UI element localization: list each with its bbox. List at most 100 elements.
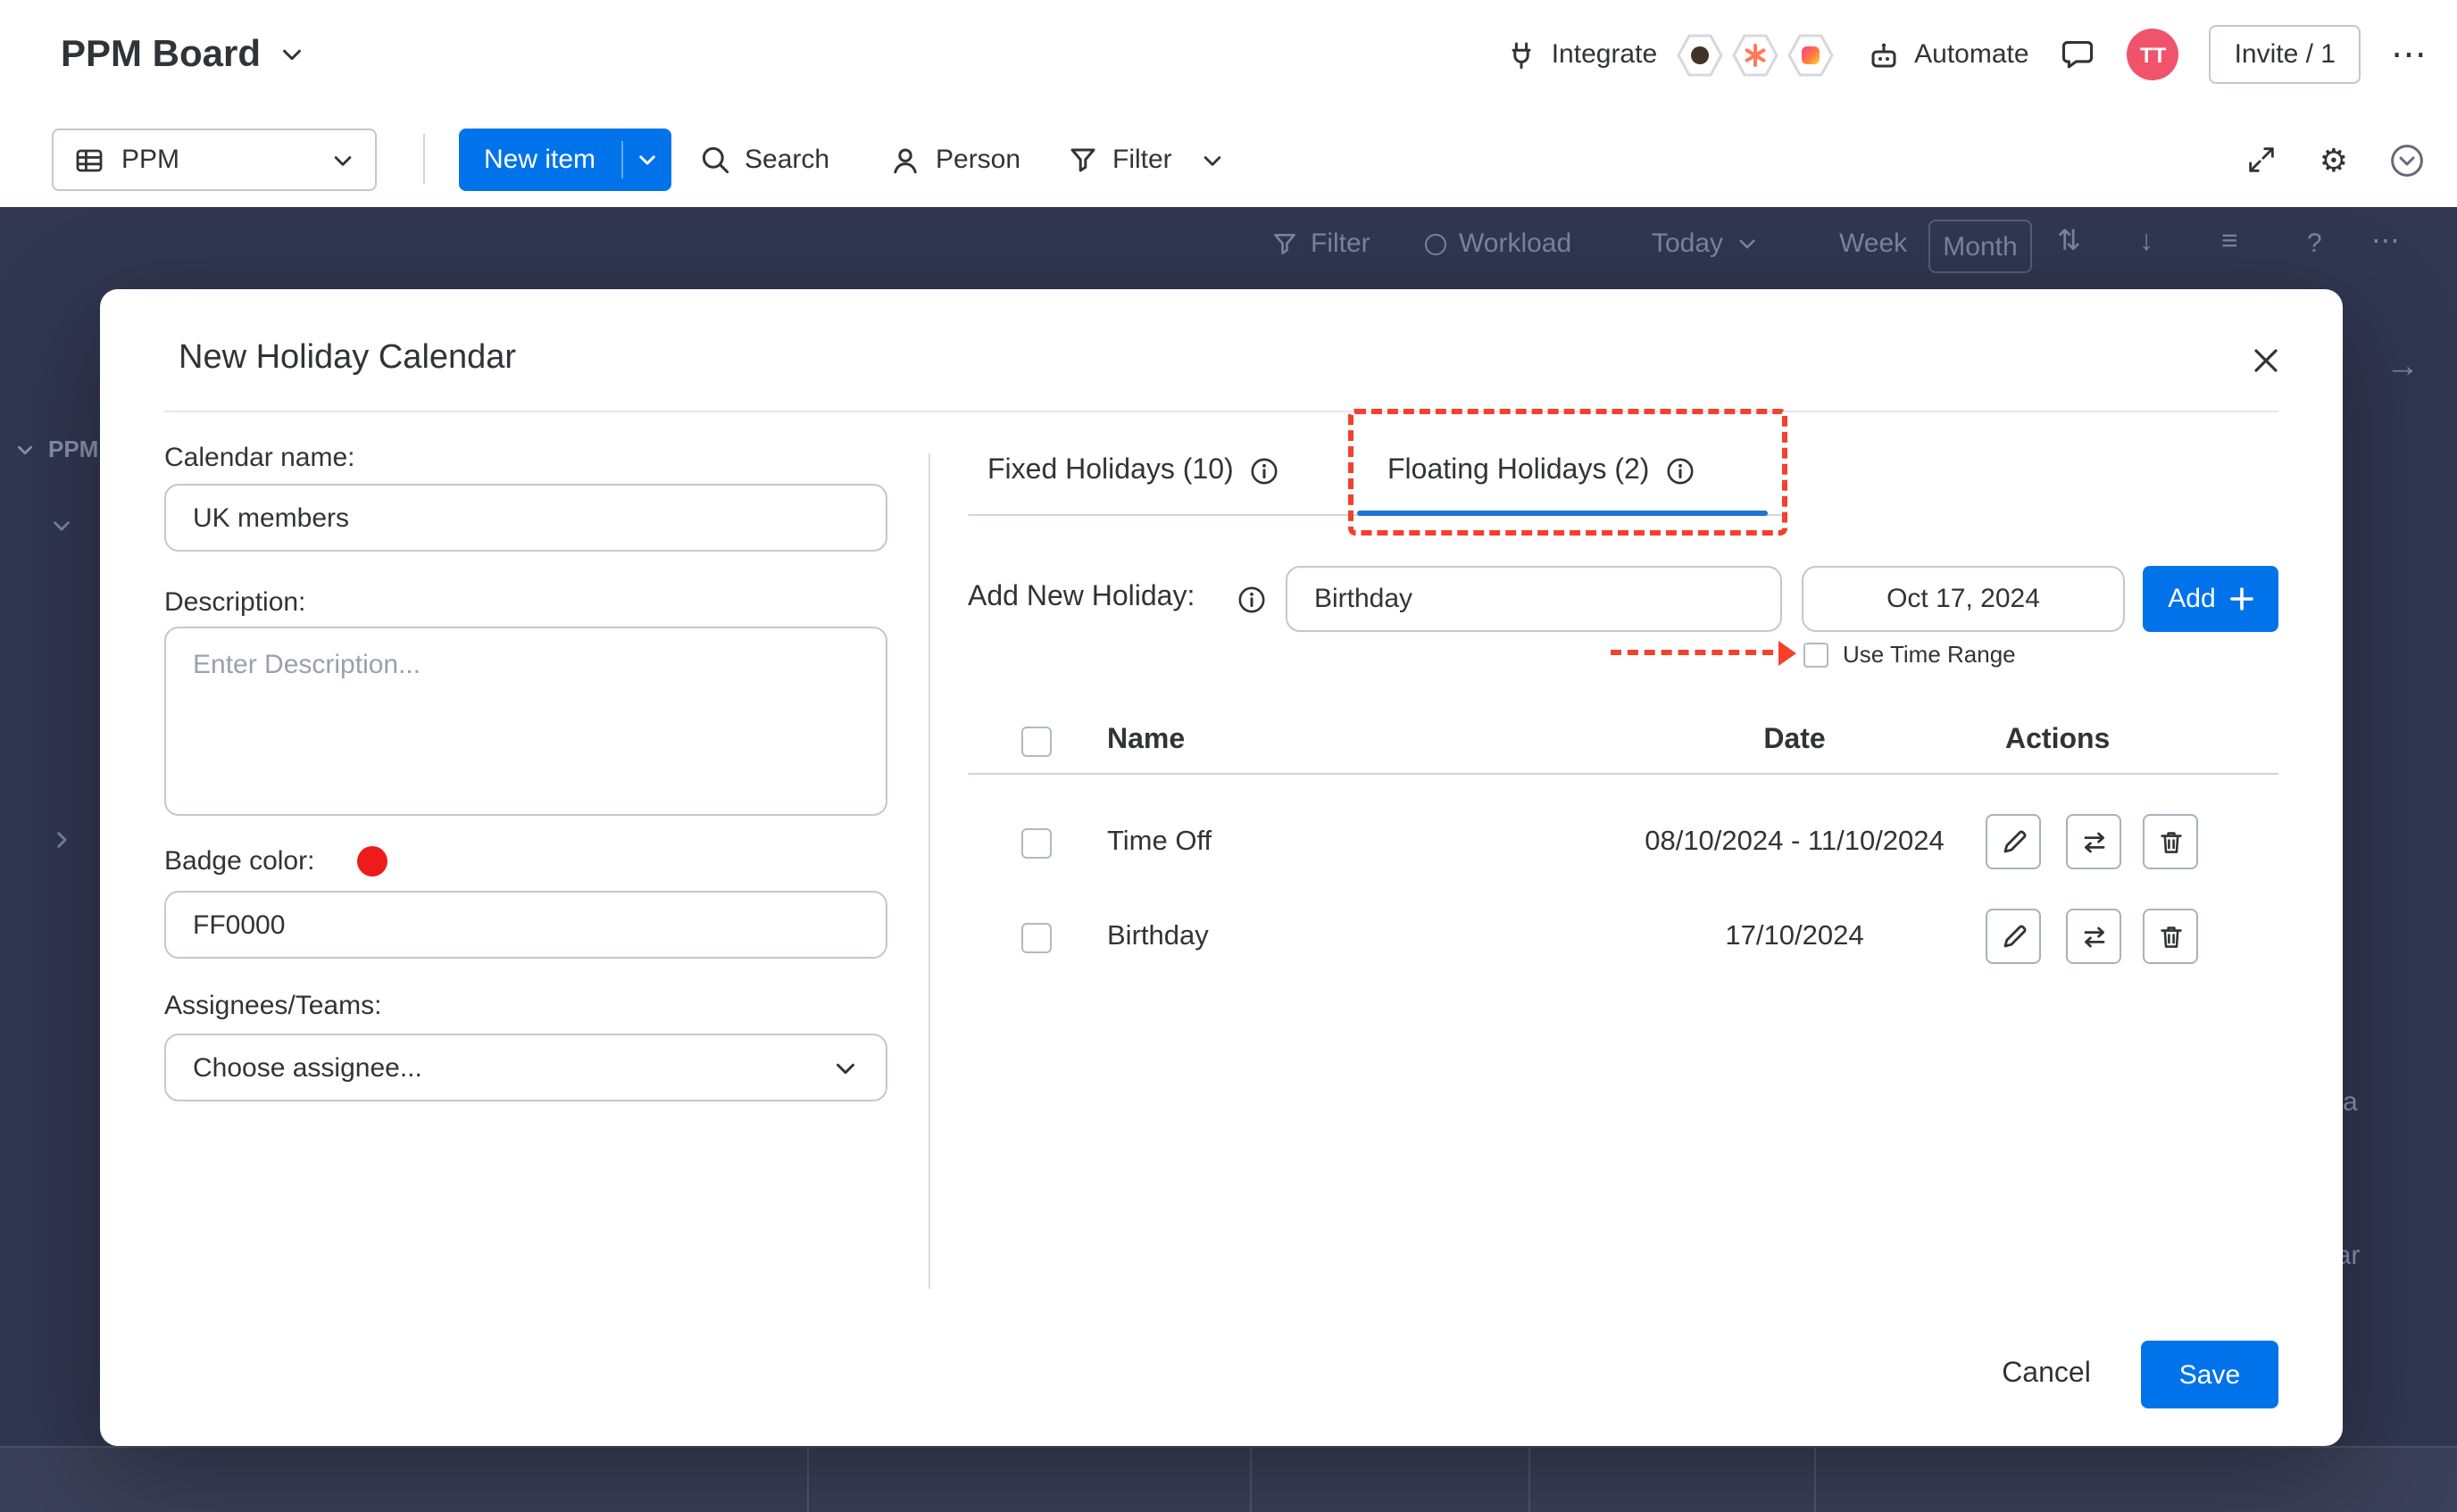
new-item-caret-icon[interactable] bbox=[622, 129, 670, 191]
bg-text-fragment: a bbox=[2343, 1087, 2358, 1117]
avatar[interactable]: TT bbox=[2128, 29, 2179, 80]
row-checkbox[interactable] bbox=[1021, 828, 1052, 859]
mailchimp-app-icon[interactable] bbox=[1673, 28, 1727, 81]
automate-button[interactable]: Automate bbox=[1868, 38, 2028, 71]
board-title-wrap[interactable]: PPM Board bbox=[61, 0, 305, 109]
view-name: PPM bbox=[121, 145, 179, 175]
add-new-holiday-info-icon[interactable] bbox=[1237, 586, 1266, 614]
search-icon bbox=[700, 145, 730, 175]
workload-icon bbox=[1425, 233, 1446, 254]
view-caret-icon bbox=[330, 147, 355, 172]
hubspot-app-icon[interactable] bbox=[1728, 28, 1782, 81]
table-header-divider bbox=[968, 773, 2278, 775]
tab-floating-holidays[interactable]: Floating Holidays (2) bbox=[1387, 455, 1694, 487]
filter-caret-icon bbox=[1201, 147, 1226, 172]
bg-month-button: Month bbox=[1928, 220, 2032, 273]
header-more-options-icon[interactable]: ⋯ bbox=[2391, 37, 2428, 72]
table-view-icon bbox=[73, 144, 105, 176]
assignee-select-value: Choose assignee... bbox=[193, 1052, 422, 1083]
active-tab-underline bbox=[1357, 511, 1768, 516]
plus-icon bbox=[2230, 587, 2253, 611]
integration-apps bbox=[1673, 28, 1837, 81]
dialog-title: New Holiday Calendar bbox=[179, 339, 516, 378]
annotation-arrow bbox=[1611, 641, 1796, 666]
person-label: Person bbox=[936, 145, 1020, 175]
swap-holiday-button[interactable] bbox=[2066, 814, 2121, 869]
toolbar-right-actions: ⚙ bbox=[2245, 129, 2425, 191]
delete-holiday-button[interactable] bbox=[2143, 909, 2198, 964]
bg-more-options-icon: ⋯ bbox=[2371, 228, 2400, 257]
board-toolbar: PPM New item Search Person bbox=[0, 109, 2457, 207]
filter-button[interactable]: Filter bbox=[1068, 129, 1226, 191]
automate-robot-icon bbox=[1868, 38, 1900, 71]
close-icon[interactable] bbox=[2248, 343, 2284, 378]
assignees-label: Assignees/Teams: bbox=[164, 991, 381, 1021]
automate-label: Automate bbox=[1914, 39, 2028, 70]
description-label: Description: bbox=[164, 587, 305, 618]
app-header: PPM Board Integrate bbox=[0, 0, 2457, 109]
page-title: PPM Board bbox=[61, 33, 261, 76]
holiday-date-cell: 17/10/2024 bbox=[1527, 921, 2062, 953]
column-divider bbox=[929, 453, 930, 1289]
new-item-button[interactable]: New item bbox=[459, 129, 670, 191]
badge-color-label: Badge color: bbox=[164, 846, 314, 876]
integrate-button[interactable]: Integrate bbox=[1505, 38, 1657, 71]
integrate-icon bbox=[1505, 38, 1537, 71]
bg-download-icon: ↓ bbox=[2139, 228, 2153, 257]
badge-color-swatch bbox=[357, 846, 387, 876]
date-column-header: Date bbox=[1616, 725, 1973, 757]
holiday-date-input[interactable] bbox=[1802, 566, 2125, 632]
bg-help-button: ? bbox=[2307, 228, 2322, 259]
integrate-label: Integrate bbox=[1552, 39, 1657, 70]
apps-app-icon[interactable] bbox=[1784, 28, 1837, 81]
search-button[interactable]: Search bbox=[700, 129, 829, 191]
calendar-name-label: Calendar name: bbox=[164, 443, 354, 473]
assignee-caret-icon bbox=[832, 1054, 859, 1081]
bg-week-button: Week bbox=[1839, 228, 1907, 259]
select-all-checkbox[interactable] bbox=[1021, 727, 1052, 757]
fixed-holidays-info-icon[interactable] bbox=[1250, 457, 1278, 486]
bg-group-label: PPM bbox=[14, 436, 98, 462]
bg-settings-icon: ≡ bbox=[2221, 228, 2238, 257]
swap-holiday-button[interactable] bbox=[2066, 909, 2121, 964]
delete-holiday-button[interactable] bbox=[2143, 814, 2198, 869]
fullscreen-icon[interactable] bbox=[2245, 143, 2278, 177]
use-time-range-checkbox[interactable] bbox=[1803, 643, 1828, 668]
search-label: Search bbox=[745, 145, 829, 175]
board-title-caret-icon[interactable] bbox=[279, 41, 305, 68]
filter-label: Filter bbox=[1112, 145, 1172, 175]
bg-filter-button: Filter bbox=[1271, 228, 1370, 259]
save-button[interactable]: Save bbox=[2141, 1341, 2278, 1408]
bg-today-button: Today bbox=[1652, 228, 1759, 259]
use-time-range-label: Use Time Range bbox=[1843, 641, 2016, 668]
edit-holiday-button[interactable] bbox=[1986, 909, 2041, 964]
row-checkbox[interactable] bbox=[1021, 923, 1052, 953]
holiday-name-cell: Birthday bbox=[1107, 921, 1209, 953]
chat-button[interactable] bbox=[2060, 36, 2097, 73]
calendar-name-input[interactable] bbox=[164, 484, 887, 552]
invite-button[interactable]: Invite / 1 bbox=[2210, 25, 2361, 84]
new-holiday-calendar-dialog: New Holiday Calendar Calendar name: Desc… bbox=[100, 289, 2343, 1446]
description-textarea[interactable] bbox=[164, 627, 887, 816]
collapse-header-icon[interactable] bbox=[2389, 142, 2425, 178]
dialog-title-divider bbox=[164, 411, 2278, 412]
add-holiday-button[interactable]: Add bbox=[2143, 566, 2278, 632]
filter-icon bbox=[1068, 145, 1098, 175]
person-button[interactable]: Person bbox=[889, 129, 1020, 191]
actions-column-header: Actions bbox=[2005, 725, 2110, 757]
toolbar-divider bbox=[423, 134, 425, 184]
view-selector[interactable]: PPM bbox=[52, 129, 377, 191]
bg-sort-icon: ⇅ bbox=[2057, 228, 2081, 257]
cancel-button[interactable]: Cancel bbox=[1971, 1358, 2121, 1391]
person-icon bbox=[889, 144, 921, 176]
edit-holiday-button[interactable] bbox=[1986, 814, 2041, 869]
holiday-name-input[interactable] bbox=[1286, 566, 1782, 632]
settings-gear-icon[interactable]: ⚙ bbox=[2320, 144, 2348, 176]
assignee-select[interactable]: Choose assignee... bbox=[164, 1034, 887, 1101]
badge-color-input[interactable] bbox=[164, 891, 887, 959]
new-item-label[interactable]: New item bbox=[459, 129, 620, 191]
bg-bottom-strip bbox=[0, 1446, 2457, 1512]
tab-fixed-holidays[interactable]: Fixed Holidays (10) bbox=[987, 455, 1278, 487]
bg-workload-button: Workload bbox=[1425, 228, 1571, 259]
floating-holidays-info-icon[interactable] bbox=[1665, 457, 1694, 486]
